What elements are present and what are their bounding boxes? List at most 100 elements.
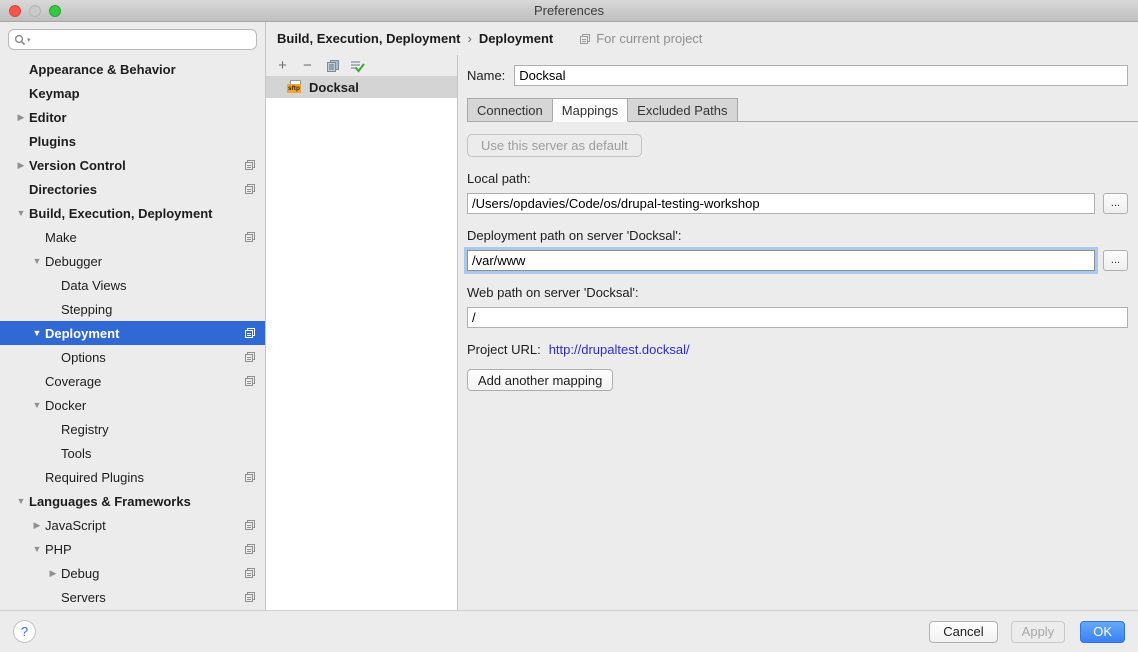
sidebar-item-label: Coverage [45,374,101,389]
sidebar-item-plugins[interactable]: Plugins [0,129,265,153]
name-label: Name: [467,68,505,83]
chevron-right-icon[interactable]: ▶ [29,520,45,531]
scope-label: For current project [596,31,702,46]
title-bar: Preferences [0,0,1138,22]
sidebar-item-javascript[interactable]: ▶JavaScript [0,513,265,537]
sidebar-item-editor[interactable]: ▶Editor [0,105,265,129]
local-path-input[interactable] [467,193,1095,214]
chevron-right-icon[interactable]: ▶ [13,160,29,171]
sidebar-item-directories[interactable]: Directories [0,177,265,201]
sidebar-item-label: Options [61,350,106,365]
server-name-input[interactable] [514,65,1128,86]
deployment-path-input[interactable] [467,250,1095,271]
sidebar-item-debugger[interactable]: ▼Debugger [0,249,265,273]
chevron-down-icon[interactable]: ▼ [13,496,29,506]
sidebar-item-required-plugins[interactable]: Required Plugins [0,465,265,489]
content-header: Build, Execution, Deployment › Deploymen… [266,22,1138,55]
tab-excluded-paths[interactable]: Excluded Paths [627,98,737,121]
sidebar-item-tools[interactable]: Tools [0,441,265,465]
server-toolbar: + − [266,55,457,76]
apply-button[interactable]: Apply [1011,621,1066,643]
chevron-down-icon[interactable]: ▼ [29,400,45,410]
sidebar-item-coverage[interactable]: Coverage [0,369,265,393]
sidebar-item-debug[interactable]: ▶Debug [0,561,265,585]
close-button[interactable] [9,5,21,17]
sidebar-item-languages-frameworks[interactable]: ▼Languages & Frameworks [0,489,265,513]
search-input[interactable] [32,31,251,48]
settings-sidebar: ▾ Appearance & BehaviorKeymap▶EditorPlug… [0,22,266,610]
sidebar-item-docker[interactable]: ▼Docker [0,393,265,417]
shared-icon [244,231,256,243]
shared-icon [244,567,256,579]
sidebar-item-label: Debugger [45,254,102,269]
scope-indicator: For current project [579,31,702,46]
project-url-link[interactable]: http://drupaltest.docksal/ [549,342,690,357]
add-server-button[interactable]: + [270,56,295,76]
tab-connection[interactable]: Connection [467,98,553,121]
chevron-down-icon[interactable]: ▼ [13,208,29,218]
use-as-default-toolbar-button[interactable] [345,56,370,76]
deployment-path-browse-button[interactable]: ... [1103,250,1128,271]
chevron-down-icon[interactable]: ▼ [29,256,45,266]
sidebar-item-make[interactable]: Make [0,225,265,249]
sidebar-item-stepping[interactable]: Stepping [0,297,265,321]
shared-icon [244,543,256,555]
sidebar-item-options[interactable]: Options [0,345,265,369]
sidebar-item-label: Servers [61,590,106,605]
search-icon[interactable] [14,34,26,46]
breadcrumb-separator: › [467,31,471,46]
ok-button[interactable]: OK [1080,621,1125,643]
sidebar-item-data-views[interactable]: Data Views [0,273,265,297]
sidebar-item-keymap[interactable]: Keymap [0,81,265,105]
tab-mappings[interactable]: Mappings [552,98,628,122]
traffic-lights [9,5,61,17]
sidebar-item-label: Stepping [61,302,112,317]
sidebar-item-servers[interactable]: Servers [0,585,265,609]
sidebar-item-label: JavaScript [45,518,106,533]
sidebar-item-label: Build, Execution, Deployment [29,206,212,221]
sidebar-item-label: Keymap [29,86,80,101]
breadcrumb-deployment[interactable]: Deployment [479,31,553,46]
shared-icon [244,591,256,603]
settings-search-box[interactable]: ▾ [8,29,257,50]
sidebar-item-php[interactable]: ▼PHP [0,537,265,561]
sidebar-item-label: Required Plugins [45,470,144,485]
preferences-window: Preferences ▾ Appearance & Behavior Keyma… [0,0,1138,652]
web-path-input[interactable] [467,307,1128,328]
shared-icon [244,159,256,171]
remove-server-button[interactable]: − [295,56,320,76]
chevron-down-icon[interactable]: ▼ [29,328,45,338]
sidebar-item-label: Debug [61,566,99,581]
cancel-button[interactable]: Cancel [929,621,997,643]
breadcrumb-build-execution-deployment[interactable]: Build, Execution, Deployment [277,31,460,46]
server-item-docksal[interactable]: sftpDocksal [266,76,457,98]
local-path-browse-button[interactable]: ... [1103,193,1128,214]
copy-server-button[interactable] [320,56,345,76]
sidebar-item-label: Make [45,230,77,245]
sidebar-item-version-control[interactable]: ▶Version Control [0,153,265,177]
zoom-button[interactable] [49,5,61,17]
shared-icon [244,183,256,195]
use-this-server-as-default-button[interactable]: Use this server as default [467,134,642,157]
question-mark-icon: ? [21,624,28,639]
sidebar-item-label: Data Views [61,278,127,293]
mapping-fields: Local path:...Deployment path on server … [467,171,1128,328]
name-row: Name: [467,65,1128,86]
chevron-right-icon[interactable]: ▶ [13,112,29,123]
sidebar-item-label: Registry [61,422,109,437]
sidebar-item-label: Editor [29,110,67,125]
chevron-down-icon[interactable]: ▼ [29,544,45,554]
help-button[interactable]: ? [13,620,36,643]
chevron-right-icon[interactable]: ▶ [45,568,61,579]
sidebar-item-registry[interactable]: Registry [0,417,265,441]
sidebar-item-deployment[interactable]: ▼Deployment [0,321,265,345]
sidebar-item-label: Version Control [29,158,126,173]
checklist-icon [350,59,365,73]
sidebar-item-appearance-behavior[interactable]: Appearance & Behavior [0,57,265,81]
sidebar-item-build-execution-deployment[interactable]: ▼Build, Execution, Deployment [0,201,265,225]
add-another-mapping-button[interactable]: Add another mapping [467,369,613,391]
shared-icon [244,327,256,339]
deployment-path-group: Deployment path on server 'Docksal':... [467,228,1128,271]
search-filter-caret-icon[interactable]: ▾ [27,36,31,44]
copy-icon [326,59,340,73]
